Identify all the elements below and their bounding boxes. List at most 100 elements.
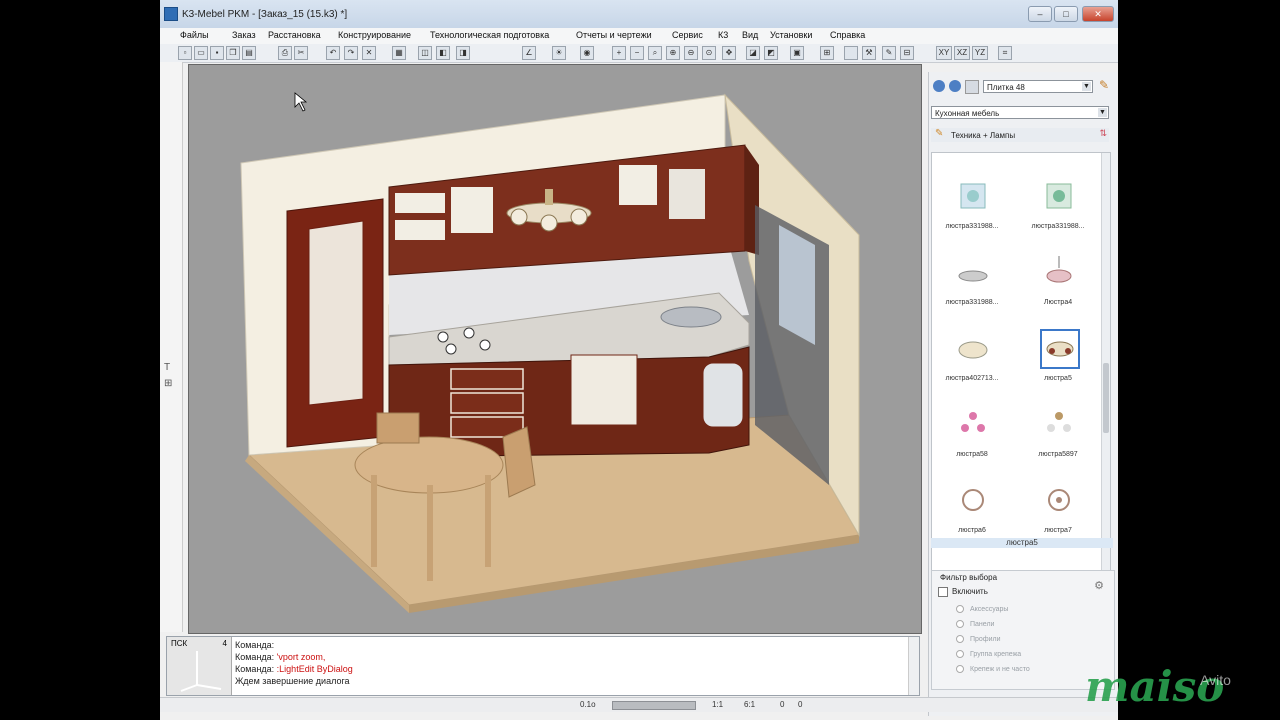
back-nav-icon[interactable] — [933, 80, 945, 92]
zoom-out-icon[interactable]: − — [630, 46, 644, 60]
paste-icon[interactable]: ▤ — [242, 46, 256, 60]
wrench-icon[interactable]: ⚙ — [1094, 579, 1104, 592]
cube2-icon[interactable]: ◧ — [436, 46, 450, 60]
view-xz-button[interactable]: XZ — [954, 46, 970, 60]
view-yz-button[interactable]: YZ — [972, 46, 988, 60]
item-label: люстра7 — [1044, 527, 1072, 534]
filter-option[interactable]: Панели — [956, 620, 994, 628]
texture-swatch-icon — [965, 80, 979, 94]
3d-viewport[interactable] — [188, 64, 922, 634]
measure2-icon[interactable]: ⊟ — [900, 46, 914, 60]
command-line: Команда: :LightEdit ByDialog — [235, 664, 353, 674]
category-combo[interactable]: Кухонная мебель ▼ — [931, 106, 1109, 119]
status-scale: 0.1o — [580, 700, 596, 709]
layer-icon[interactable]: ▣ — [790, 46, 804, 60]
chandelier-thumbnail-icon — [954, 177, 992, 215]
grid-icon[interactable]: ▦ — [392, 46, 406, 60]
text-tool-icon[interactable]: T — [164, 362, 170, 373]
texture-combo-value: Плитка 48 — [987, 83, 1025, 92]
maximize-button[interactable]: □ — [1054, 6, 1078, 22]
light-icon[interactable]: ☀ — [552, 46, 566, 60]
open-icon[interactable]: ▭ — [194, 46, 208, 60]
list-item[interactable]: люстра58 — [932, 401, 1012, 473]
item-label: люстра5 — [1044, 375, 1072, 382]
undo-icon[interactable]: ↶ — [326, 46, 340, 60]
list-item[interactable]: люстра402713... — [932, 325, 1012, 397]
print-icon[interactable]: ⎙ — [278, 46, 292, 60]
frame-icon[interactable]: ⌗ — [998, 46, 1012, 60]
menu-k3[interactable]: К3 — [718, 30, 728, 40]
chandelier-thumbnail-icon — [954, 253, 992, 291]
menu-help[interactable]: Справка — [830, 30, 865, 40]
menu-tech-prep[interactable]: Технологическая подготовка — [430, 30, 549, 40]
tool-icon[interactable]: ⚒ — [862, 46, 876, 60]
delete-icon[interactable]: ✕ — [362, 46, 376, 60]
command-area: ПСК 4 Команда: Команда: 'vport zoom, Ком… — [166, 636, 920, 696]
watermark-logo: maiso — [1085, 662, 1225, 711]
filter-option[interactable]: Аксессуары — [956, 605, 1008, 613]
chandelier-thumbnail-icon — [1040, 481, 1078, 519]
ucs-indicator: ПСК 4 — [167, 637, 232, 695]
grid-tool-icon[interactable]: ⊞ — [164, 378, 172, 389]
status-v3: 0 — [780, 700, 785, 709]
folder-icon: ✎ — [935, 128, 944, 139]
zoom-all-icon[interactable]: ⊕ — [666, 46, 680, 60]
sort-icon[interactable]: ⇅ — [1099, 128, 1107, 139]
view-icon[interactable]: ◪ — [746, 46, 760, 60]
menu-view[interactable]: Вид — [742, 30, 758, 40]
cube3-icon[interactable]: ◨ — [456, 46, 470, 60]
list-item[interactable]: Люстра4 — [1018, 249, 1098, 321]
menu-placement[interactable]: Расстановка — [268, 30, 321, 40]
texture-combo[interactable]: Плитка 48 ▼ — [983, 80, 1093, 93]
filter-option[interactable]: Крепеж и не часто — [956, 665, 1030, 673]
copy-icon[interactable]: ❐ — [226, 46, 240, 60]
enable-filter-checkbox[interactable]: Включить — [938, 587, 988, 597]
pan-icon[interactable]: ✥ — [722, 46, 736, 60]
filter-option[interactable]: Профили — [956, 635, 1000, 643]
zoom-prev-icon[interactable]: ⊖ — [684, 46, 698, 60]
zoom-in-icon[interactable]: + — [612, 46, 626, 60]
list-item[interactable]: люстра331988... — [1018, 173, 1098, 245]
measure-icon[interactable]: ∠ — [522, 46, 536, 60]
pick-tool-icon[interactable]: ✎ — [1099, 78, 1109, 92]
color-icon[interactable] — [844, 46, 858, 60]
zoom-extent-icon[interactable]: ⊙ — [702, 46, 716, 60]
enable-filter-label: Включить — [952, 587, 988, 597]
menu-settings[interactable]: Установки — [770, 30, 812, 40]
forward-nav-icon[interactable] — [949, 80, 961, 92]
menu-order[interactable]: Заказ — [232, 30, 256, 40]
list-item[interactable]: люстра5897 — [1018, 401, 1098, 473]
section-icon[interactable]: ⊞ — [820, 46, 834, 60]
list-item[interactable]: люстра331988... — [932, 173, 1012, 245]
item-label: люстра58 — [956, 451, 988, 458]
view2-icon[interactable]: ◩ — [764, 46, 778, 60]
render-icon[interactable]: ◉ — [580, 46, 594, 60]
minimize-button[interactable]: – — [1028, 6, 1052, 22]
redo-icon[interactable]: ↷ — [344, 46, 358, 60]
selected-item-label: люстра5 — [931, 538, 1113, 548]
chandelier-thumbnail-icon — [954, 481, 992, 519]
command-line[interactable]: Ждем завершение диалога — [235, 675, 353, 687]
breadcrumb-label: Техника + Лампы — [951, 131, 1016, 140]
zoom-window-icon[interactable]: ⌕ — [648, 46, 662, 60]
menu-construction[interactable]: Конструирование — [338, 30, 411, 40]
menu-service[interactable]: Сервис — [672, 30, 703, 40]
pencil-icon[interactable]: ✎ — [882, 46, 896, 60]
chevron-down-icon[interactable]: ▼ — [1098, 108, 1107, 117]
list-item-selected[interactable]: люстра5 — [1018, 325, 1098, 397]
menu-files[interactable]: Файлы — [180, 30, 209, 40]
menu-reports[interactable]: Отчеты и чертежи — [576, 30, 652, 40]
list-item[interactable]: люстра331988... — [932, 249, 1012, 321]
close-button[interactable]: ✕ — [1082, 6, 1114, 22]
app-icon — [164, 7, 178, 21]
save-icon[interactable]: ▪ — [210, 46, 224, 60]
cube-icon[interactable]: ◫ — [418, 46, 432, 60]
command-scrollbar[interactable] — [908, 637, 919, 695]
filter-option[interactable]: Группа крепежа — [956, 650, 1021, 658]
chevron-down-icon[interactable]: ▼ — [1082, 82, 1091, 91]
left-toolstrip: T ⊞ — [160, 62, 183, 632]
view-xy-button[interactable]: XY — [936, 46, 952, 60]
new-icon[interactable]: ▫ — [178, 46, 192, 60]
cut-icon[interactable]: ✂ — [294, 46, 308, 60]
scrollbar-thumb[interactable] — [1103, 363, 1109, 433]
